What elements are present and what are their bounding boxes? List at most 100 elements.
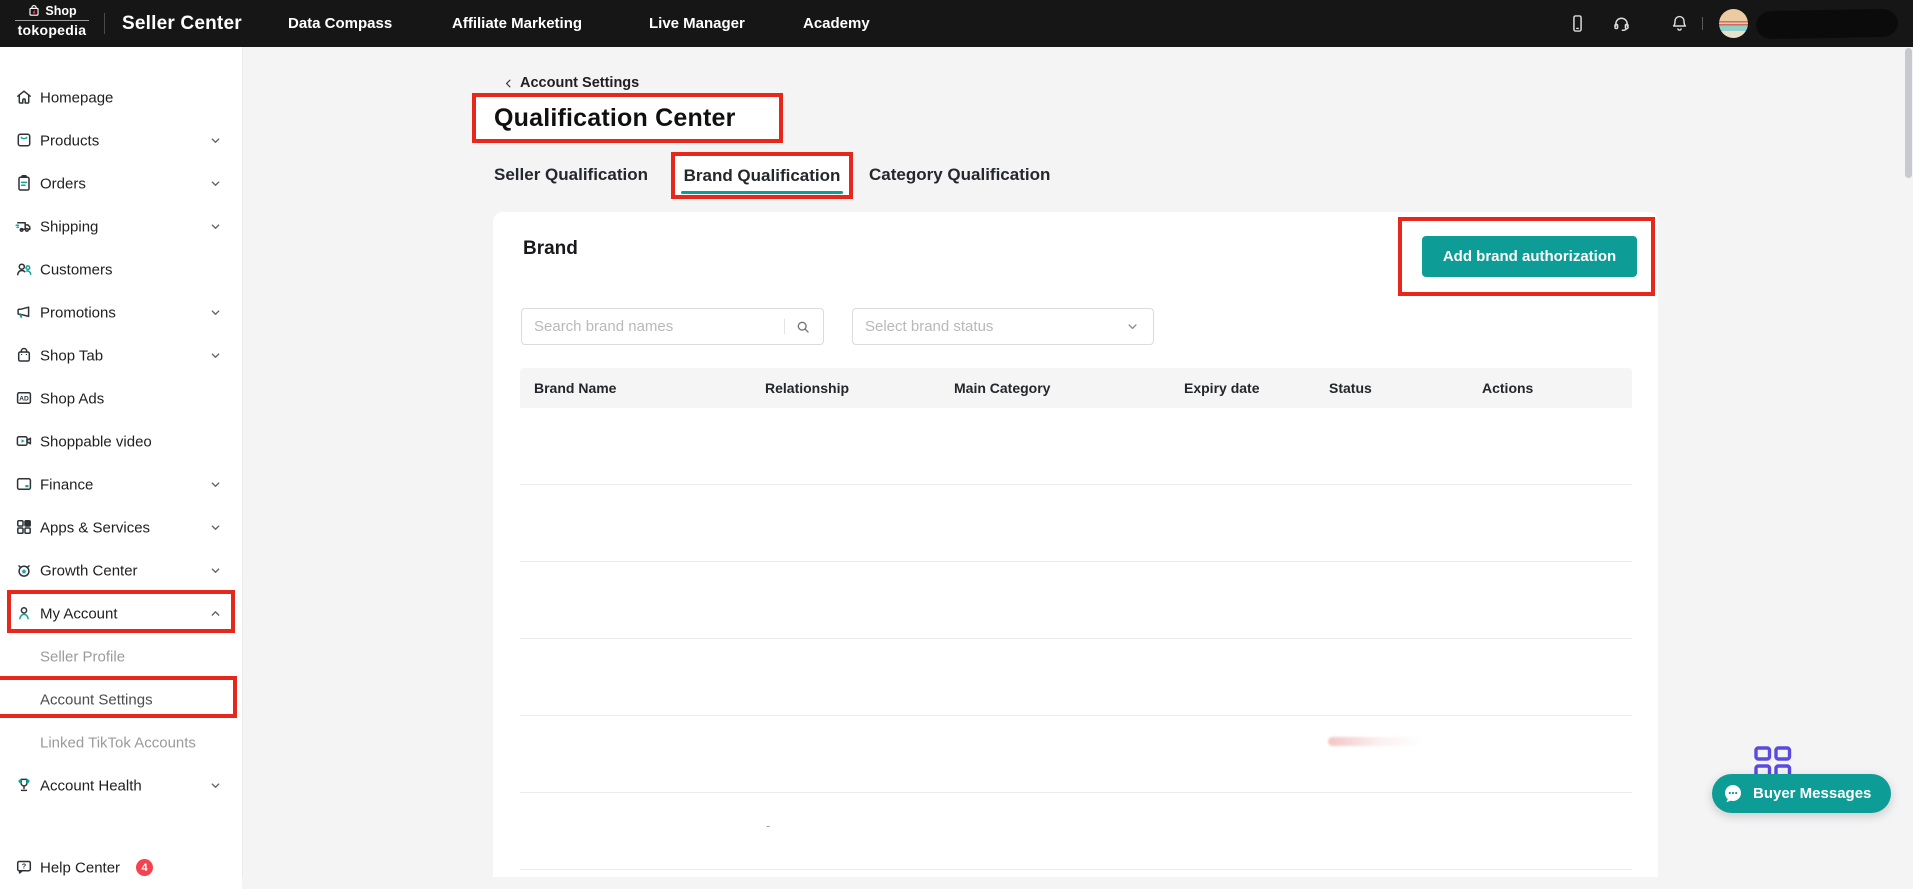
logo-shop-row: Shop	[27, 4, 76, 18]
sidebar-item-label: Customers	[40, 261, 113, 278]
help-center-badge: 4	[136, 859, 153, 876]
sidebar-item-label: Account Settings	[40, 691, 153, 708]
chevron-down-icon[interactable]	[207, 175, 224, 192]
table-row	[520, 485, 1632, 562]
brand-table: Brand NameRelationshipMain CategoryExpir…	[520, 368, 1632, 870]
account-health-icon	[14, 775, 34, 795]
sidebar-item-promotions[interactable]: Promotions	[0, 291, 242, 334]
sidebar-item-linked-tiktok-accounts[interactable]: Linked TikTok Accounts	[0, 721, 242, 764]
sidebar-item-label: Finance	[40, 476, 93, 493]
search-divider	[784, 319, 785, 334]
shop-tab-icon	[14, 345, 34, 365]
sidebar-item-account-health[interactable]: Account Health	[0, 764, 242, 807]
active-tab-underline	[681, 191, 844, 194]
add-brand-authorization-button[interactable]: Add brand authorization	[1422, 236, 1637, 277]
sidebar-item-products[interactable]: Products	[0, 119, 242, 162]
search-icon[interactable]	[794, 318, 812, 336]
customers-icon	[14, 259, 34, 279]
logo-shop-label: Shop	[45, 4, 76, 18]
tab-brand-qualification[interactable]: Brand Qualification	[684, 166, 841, 186]
headset-support-icon[interactable]	[1611, 13, 1632, 34]
chat-bubble-icon	[1721, 782, 1745, 806]
sidebar-item-label: Promotions	[40, 304, 116, 321]
shop-tokopedia-logo[interactable]: Shop tokopedia	[11, 4, 93, 38]
column-header-actions: Actions	[1468, 380, 1632, 396]
orders-icon	[14, 173, 34, 193]
annotation-box-page-title: Qualification Center	[472, 93, 783, 143]
shop-bag-icon	[27, 4, 41, 18]
table-row	[520, 562, 1632, 639]
sidebar-item-label: Orders	[40, 175, 86, 192]
promotions-icon	[14, 302, 34, 322]
logo-brand-label: tokopedia	[18, 22, 87, 38]
chevron-down-icon[interactable]	[207, 132, 224, 149]
sidebar-item-account-settings[interactable]: Account Settings	[0, 678, 242, 721]
sidebar-item-label: Linked TikTok Accounts	[40, 734, 196, 751]
column-header-brand-name: Brand Name	[520, 380, 751, 396]
chevron-down-icon[interactable]	[207, 562, 224, 579]
chevron-up-icon[interactable]	[207, 605, 224, 622]
shoppable-video-icon	[14, 431, 34, 451]
notifications-bell-icon[interactable]	[1669, 13, 1690, 34]
sidebar-item-homepage[interactable]: Homepage	[0, 76, 242, 119]
sidebar-item-label: Apps & Services	[40, 519, 150, 536]
shipping-icon	[14, 216, 34, 236]
sidebar-item-apps-services[interactable]: Apps & Services	[0, 506, 242, 549]
sidebar-item-help-center[interactable]: ?Help Center4	[0, 846, 242, 889]
mobile-app-icon[interactable]	[1567, 13, 1588, 34]
sidebar-item-shoppable-video[interactable]: Shoppable video	[0, 420, 242, 463]
avatar[interactable]	[1719, 9, 1748, 38]
search-input[interactable]	[522, 318, 784, 335]
chevron-down-icon[interactable]	[207, 519, 224, 536]
sidebar-item-finance[interactable]: Finance	[0, 463, 242, 506]
sidebar-item-shop-tab[interactable]: Shop Tab	[0, 334, 242, 377]
table-row	[520, 716, 1632, 793]
brand-status-select[interactable]: Select brand status	[852, 308, 1154, 345]
sidebar-item-shop-ads[interactable]: AD Shop Ads	[0, 377, 242, 420]
chevron-down-icon[interactable]	[207, 777, 224, 794]
svg-text:AD: AD	[19, 395, 29, 402]
sidebar-item-customers[interactable]: Customers	[0, 248, 242, 291]
redacted-status-smudge	[1328, 737, 1423, 746]
scrollbar-thumb[interactable]	[1905, 48, 1912, 178]
topnav-affiliate-marketing[interactable]: Affiliate Marketing	[452, 0, 582, 47]
sidebar-item-label: Seller Profile	[40, 648, 125, 665]
table-header-row: Brand NameRelationshipMain CategoryExpir…	[520, 368, 1632, 408]
buyer-messages-button[interactable]: Buyer Messages	[1712, 774, 1891, 813]
my-account-icon	[14, 603, 34, 623]
chevron-down-icon[interactable]	[207, 304, 224, 321]
sidebar-item-shipping[interactable]: Shipping	[0, 205, 242, 248]
sidebar-item-label: Shop Ads	[40, 390, 104, 407]
breadcrumb-label: Account Settings	[520, 75, 639, 91]
topnav-data-compass[interactable]: Data Compass	[288, 0, 392, 47]
chevron-down-icon[interactable]	[207, 347, 224, 364]
table-row	[520, 639, 1632, 716]
page-title: Qualification Center	[476, 104, 736, 133]
growth-center-icon	[14, 560, 34, 580]
sidebar-item-growth-center[interactable]: Growth Center	[0, 549, 242, 592]
topnav-live-manager[interactable]: Live Manager	[649, 0, 745, 47]
svg-text:?: ?	[22, 862, 27, 871]
sidebar-item-label: Growth Center	[40, 562, 138, 579]
breadcrumb[interactable]: Account Settings	[502, 75, 639, 91]
sidebar-item-my-account[interactable]: My Account	[0, 592, 242, 635]
topbar-divider	[1702, 17, 1703, 30]
sidebar-item-seller-profile[interactable]: Seller Profile	[0, 635, 242, 678]
chevron-down-icon[interactable]	[207, 218, 224, 235]
sidebar-item-orders[interactable]: Orders	[0, 162, 242, 205]
chevron-down-icon[interactable]	[207, 476, 224, 493]
product-name-seller-center[interactable]: Seller Center	[122, 0, 242, 47]
logo-vertical-divider	[104, 13, 105, 34]
column-header-relationship: Relationship	[751, 380, 940, 396]
top-bar: Shop tokopedia Seller Center Data Compas…	[0, 0, 1913, 47]
empty-cell-dash: -	[766, 818, 770, 833]
tab-category-qualification[interactable]: Category Qualification	[869, 160, 1050, 190]
table-row	[520, 793, 1632, 870]
topnav-academy[interactable]: Academy	[803, 0, 870, 47]
annotation-box-active-tab: Brand Qualification	[671, 152, 853, 199]
apps-services-icon	[14, 517, 34, 537]
buyer-messages-label: Buyer Messages	[1753, 785, 1871, 802]
tab-seller-qualification[interactable]: Seller Qualification	[494, 160, 648, 190]
brand-search-field	[521, 308, 824, 345]
products-icon	[14, 130, 34, 150]
